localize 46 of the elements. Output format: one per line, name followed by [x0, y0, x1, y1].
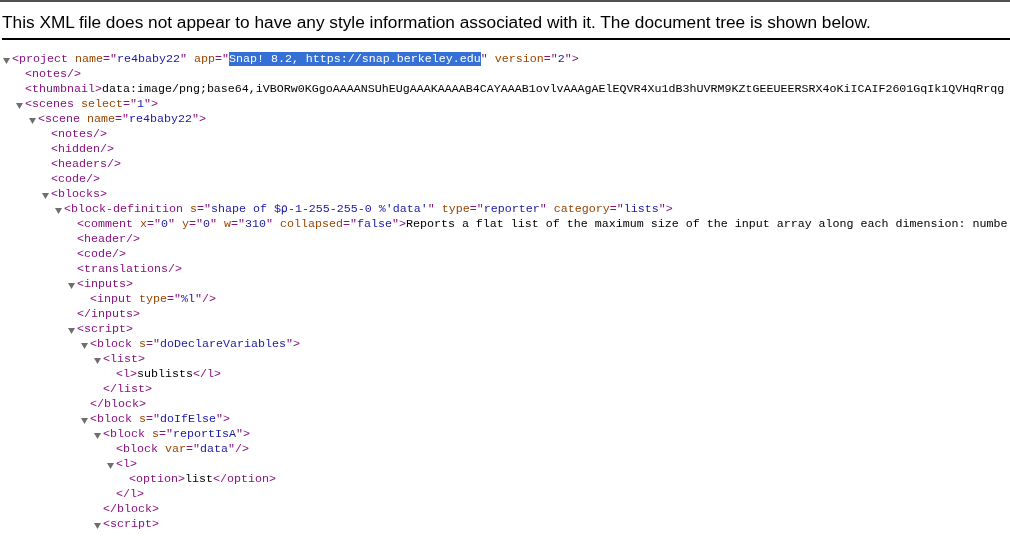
disclosure-triangle-icon[interactable]	[94, 523, 101, 529]
xml-line: </inputs>	[77, 307, 140, 322]
xml-line: <block-definition s="shape of $⍴-1-255-255-0 %'data'" type="reporter" category="lists">	[64, 202, 673, 217]
xml-line: </list>	[103, 382, 152, 397]
xml-line: <blocks>	[51, 187, 107, 202]
disclosure-triangle-icon[interactable]	[16, 103, 23, 109]
xml-line: <block s="doDeclareVariables">	[90, 337, 300, 352]
xml-line: <list>	[103, 352, 145, 367]
xml-line: <option>list</option>	[129, 472, 276, 487]
disclosure-triangle-icon[interactable]	[55, 208, 62, 214]
disclosure-triangle-icon[interactable]	[81, 418, 88, 424]
xml-line: <project name="re4baby22" app="Snap! 8.2, https://snap.berkeley.edu" version="2">	[12, 52, 579, 67]
disclosure-triangle-icon[interactable]	[3, 58, 10, 64]
disclosure-triangle-icon[interactable]	[94, 358, 101, 364]
disclosure-triangle-icon[interactable]	[94, 433, 101, 439]
xml-line: <input type="%l"/>	[90, 292, 216, 307]
xml-line: <block s="doIfElse">	[90, 412, 230, 427]
xml-line: <l>sublists</l>	[116, 367, 221, 382]
xml-line: <comment x="0" y="0" w="310" collapsed="false">Reports a flat list of the maximum size of the input array along each dimension: numbe	[77, 217, 1008, 232]
xml-line: </block>	[90, 397, 146, 412]
disclosure-triangle-icon[interactable]	[42, 193, 49, 199]
disclosure-triangle-icon[interactable]	[81, 343, 88, 349]
disclosure-triangle-icon[interactable]	[68, 283, 75, 289]
disclosure-triangle-icon[interactable]	[68, 328, 75, 334]
xml-line: <scene name="re4baby22">	[38, 112, 206, 127]
disclosure-triangle-icon[interactable]	[29, 118, 36, 124]
xml-line: <notes/>	[25, 67, 81, 82]
xml-line: </block>	[103, 502, 159, 517]
notice-text: This XML file does not appear to have any style information associated with it. The document tree is shown below.	[2, 12, 871, 32]
xml-line: <script>	[77, 322, 133, 337]
xml-line: <scenes select="1">	[25, 97, 158, 112]
xml-line: <hidden/>	[51, 142, 114, 157]
xml-line: <block s="reportIsA">	[103, 427, 250, 442]
xml-line: </l>	[116, 487, 144, 502]
xml-line: <translations/>	[77, 262, 182, 277]
xml-line: <thumbnail>data:image/png;base64,iVBORw0KGgoAAAANSUhEUgAAAKAAAAB4CAYAAAB1ovlvAAAgAElEQVR4Xu1dB3hUVRM9KZtGEEUEERSRX4oKiICAIF2601GqIk1QVHqRrqg	[25, 82, 1005, 97]
xml-line: <code/>	[77, 247, 126, 262]
xml-line: <block var="data"/>	[116, 442, 249, 457]
disclosure-triangle-icon[interactable]	[107, 463, 114, 469]
xml-line: <l>	[116, 457, 137, 472]
xml-line: <script>	[103, 517, 159, 532]
xml-line: <header/>	[77, 232, 140, 247]
xml-line: <inputs>	[77, 277, 133, 292]
xml-line: <code/>	[51, 172, 100, 187]
xml-line: <notes/>	[51, 127, 107, 142]
xml-line: <headers/>	[51, 157, 121, 172]
